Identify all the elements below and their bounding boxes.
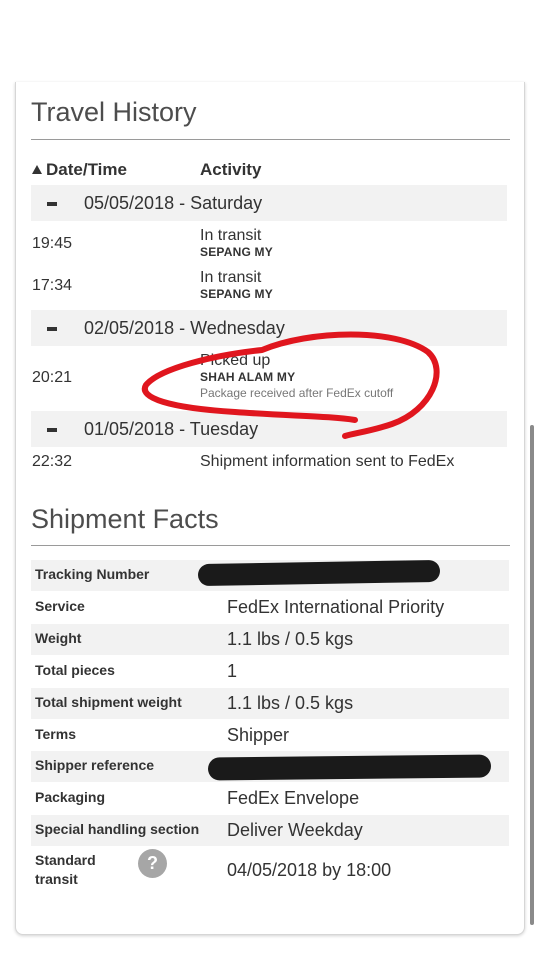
event-time: 20:21 — [32, 369, 73, 386]
date-time-column-header[interactable]: Date/Time — [32, 160, 127, 180]
fact-label: Special handling section — [35, 821, 200, 837]
fact-row-service: Service FedEx International Priority — [31, 592, 509, 623]
event-status: Picked up — [200, 352, 271, 369]
help-question-icon[interactable]: ? — [138, 849, 167, 878]
shipment-facts-divider — [31, 545, 510, 546]
event-time: 19:45 — [32, 235, 73, 252]
fact-label: Service — [35, 598, 85, 614]
fact-label: Terms — [35, 726, 76, 742]
fact-label: Total shipment weight — [35, 694, 182, 710]
fact-value: Deliver Weekday — [227, 820, 363, 840]
day-label: 02/05/2018 - Wednesday — [84, 318, 285, 338]
fact-label: Standard transit — [35, 851, 96, 889]
fact-row-special-handling: Special handling section Deliver Weekday — [31, 815, 509, 846]
day-group-header[interactable]: 05/05/2018 - Saturday — [31, 185, 507, 221]
event-status: Shipment information sent to FedEx — [200, 453, 455, 470]
fact-value: Shipper — [227, 725, 290, 745]
scrollbar[interactable] — [530, 425, 534, 925]
event-activity: In transit SEPANG MY — [200, 227, 273, 260]
event-location: SEPANG MY — [200, 245, 273, 259]
fact-row-total-shipment-weight: Total shipment weight 1.1 lbs / 0.5 kgs — [31, 688, 509, 719]
fact-label: Packaging — [35, 789, 106, 805]
event-status: In transit — [200, 227, 262, 244]
event-time: 22:32 — [32, 453, 73, 470]
fact-row-terms: Terms Shipper — [31, 720, 509, 751]
fact-label: Weight — [35, 630, 82, 646]
shipment-facts-title: Shipment Facts — [31, 504, 219, 534]
fact-value: FedEx Envelope — [227, 788, 360, 808]
day-group-header[interactable]: 01/05/2018 - Tuesday — [31, 411, 507, 447]
event-activity: Picked up SHAH ALAM MY Package received … — [200, 352, 393, 401]
fact-label: Tracking Number — [35, 566, 150, 582]
day-group-header[interactable]: 02/05/2018 - Wednesday — [31, 310, 507, 346]
fact-value: 1.1 lbs / 0.5 kgs — [227, 693, 354, 713]
day-label: 05/05/2018 - Saturday — [84, 193, 263, 213]
redaction-mark — [207, 754, 492, 781]
activity-column-header: Activity — [200, 160, 262, 179]
fact-row-total-pieces: Total pieces 1 — [31, 656, 509, 687]
fact-row-weight: Weight 1.1 lbs / 0.5 kgs — [31, 624, 509, 655]
redaction-mark — [197, 559, 441, 587]
fact-row-packaging: Packaging FedEx Envelope — [31, 783, 509, 814]
fact-value: 1.1 lbs / 0.5 kgs — [227, 629, 354, 649]
event-activity: Shipment information sent to FedEx — [200, 453, 454, 471]
event-time: 17:34 — [32, 277, 73, 294]
day-label: 01/05/2018 - Tuesday — [84, 419, 259, 439]
travel-history-divider — [31, 139, 510, 140]
standard-transit-label-line2: transit — [35, 871, 78, 887]
sort-ascending-icon — [32, 165, 42, 174]
fact-value: FedEx International Priority — [227, 597, 445, 617]
event-location: SHAH ALAM MY — [200, 370, 296, 384]
page: Travel History Date/Time Activity 05/05/… — [0, 0, 540, 960]
event-note: Package received after FedEx cutoff — [200, 386, 394, 400]
travel-history-title: Travel History — [31, 97, 197, 127]
fact-value: 1 — [227, 661, 238, 681]
collapse-minus-icon — [47, 428, 57, 432]
standard-transit-label-line1: Standard — [35, 852, 96, 868]
fact-label: Shipper reference — [35, 757, 155, 773]
collapse-minus-icon — [47, 202, 57, 206]
event-activity: In transit SEPANG MY — [200, 269, 273, 302]
collapse-minus-icon — [47, 327, 57, 331]
fact-row-standard-transit: Standard transit ? 04/05/2018 by 18:00 — [31, 849, 509, 891]
date-time-header-label: Date/Time — [46, 160, 127, 179]
fact-value: 04/05/2018 by 18:00 — [227, 860, 392, 880]
fact-label: Total pieces — [35, 662, 115, 678]
event-location: SEPANG MY — [200, 287, 273, 301]
event-status: In transit — [200, 269, 262, 286]
